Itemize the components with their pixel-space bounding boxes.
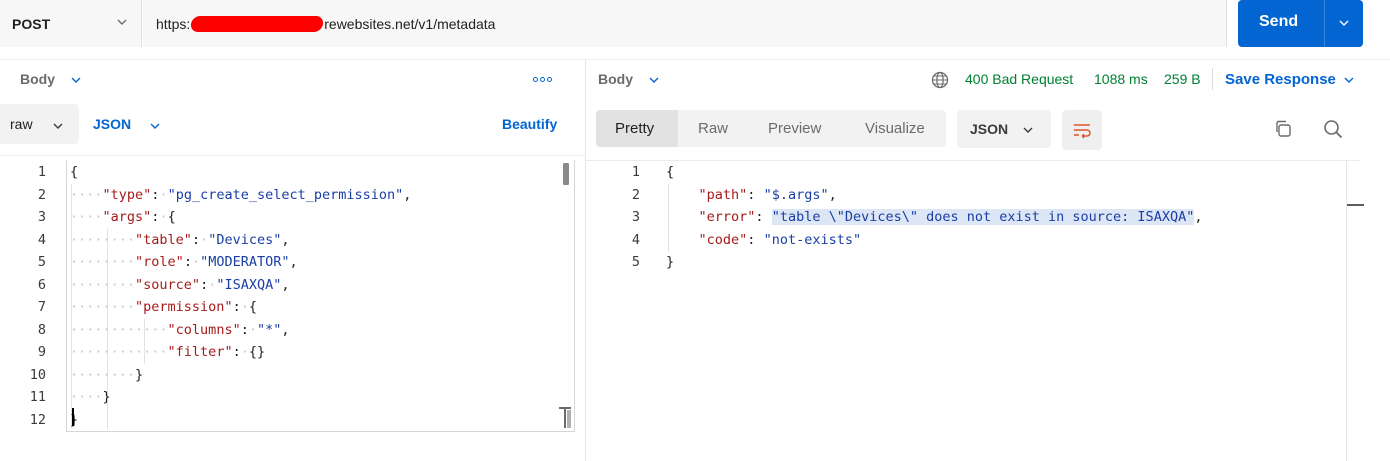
wrap-lines-icon: [1074, 124, 1091, 139]
line-number: 2: [37, 187, 46, 203]
line-number: 12: [29, 412, 46, 428]
language-select[interactable]: JSON: [93, 116, 131, 132]
tab-raw[interactable]: Raw: [698, 110, 728, 147]
method-label: POST: [12, 15, 51, 32]
send-divider: [1324, 0, 1325, 47]
tab-preview[interactable]: Preview: [768, 110, 821, 147]
wrap-lines-button[interactable]: [1062, 110, 1102, 150]
code-line: {: [70, 164, 79, 180]
line-number: 11: [29, 389, 46, 405]
chevron-down-icon: [1023, 127, 1033, 133]
url-redaction: [190, 15, 325, 32]
line-number: 2: [631, 187, 640, 203]
more-options-icon[interactable]: [533, 77, 552, 82]
code-line: "path": "$.args",: [698, 187, 837, 203]
method-select[interactable]: POST: [0, 0, 142, 47]
line-number: 4: [631, 232, 640, 248]
tab-visualize[interactable]: Visualize: [865, 110, 925, 147]
chevron-down-icon[interactable]: [648, 74, 660, 86]
line-number: 3: [631, 209, 640, 225]
url-suffix: rewebsites.net/v1/metadata: [324, 15, 496, 32]
send-options-chevron-icon[interactable]: [1338, 17, 1350, 29]
code-line: ········"table":·"Devices",: [70, 232, 290, 248]
search-icon[interactable]: [1322, 118, 1344, 140]
url-input[interactable]: https: rewebsites.net/v1/metadata: [143, 0, 1227, 47]
globe-icon[interactable]: [931, 71, 949, 89]
text-cursor: [72, 408, 74, 426]
line-number: 5: [37, 254, 46, 270]
response-status[interactable]: 400 Bad Request: [965, 71, 1073, 87]
request-body-tab[interactable]: Body: [20, 71, 55, 87]
line-number: 10: [29, 367, 46, 383]
code-line: "code": "not-exists": [698, 232, 862, 248]
line-number: 5: [631, 254, 640, 270]
response-scrollbar-marker: [1347, 204, 1364, 206]
editor-scrollbar-thumb[interactable]: [563, 163, 569, 185]
code-line: ····}: [70, 389, 111, 405]
selected-text: "table \"Devices\" does not exist in sou…: [771, 209, 1195, 225]
code-line: ········}: [70, 367, 144, 383]
line-number: 6: [37, 277, 46, 293]
chevron-down-icon[interactable]: [149, 120, 161, 132]
request-bar: POST https: rewebsites.net/v1/metadata S…: [0, 0, 1390, 48]
url-prefix: https:: [156, 15, 191, 32]
response-time[interactable]: 1088 ms: [1094, 71, 1148, 87]
divider: [1212, 68, 1213, 90]
chevron-down-icon: [117, 19, 127, 25]
response-view-tabs: Pretty Raw Preview Visualize: [596, 110, 946, 147]
send-label: Send: [1259, 13, 1299, 30]
response-body-viewer[interactable]: 1 2 3 4 5 { "path": "$.args", "error": "…: [586, 160, 1346, 461]
divider: [0, 59, 1390, 60]
save-response-button[interactable]: Save Response: [1225, 71, 1336, 88]
chevron-down-icon[interactable]: [1343, 74, 1355, 86]
code-line: "error": "table \"Devices\" does not exi…: [698, 209, 1203, 225]
code-line: {: [666, 164, 675, 180]
response-body-tab[interactable]: Body: [598, 71, 633, 87]
response-size[interactable]: 259 B: [1164, 71, 1201, 87]
code-line: }: [666, 254, 675, 270]
line-number: 7: [37, 299, 46, 315]
tab-pretty[interactable]: Pretty: [596, 110, 678, 147]
chevron-down-icon: [53, 123, 63, 129]
body-mode-label: raw: [10, 116, 33, 132]
line-number: 1: [631, 164, 640, 180]
code-line: ········"permission":·{: [70, 299, 257, 315]
divider: [0, 155, 585, 156]
code-line: ········"source":·"ISAXQA",: [70, 277, 290, 293]
response-format-label: JSON: [970, 121, 1009, 137]
line-number: 8: [37, 322, 46, 338]
line-number: 4: [37, 232, 46, 248]
code-line: ············"filter":·{}: [70, 344, 266, 360]
request-body-editor[interactable]: 1 2 3 4 5 6 7 8 9 10 11 12 { ····"type":…: [0, 160, 585, 461]
code-line: ············"columns":·"*",: [70, 322, 290, 338]
code-line: ····"args":·{: [70, 209, 176, 225]
line-number: 1: [37, 164, 46, 180]
line-number: 9: [37, 344, 46, 360]
resize-handle-icon[interactable]: [558, 406, 572, 430]
code-line: ········"role":·"MODERATOR",: [70, 254, 298, 270]
chevron-down-icon[interactable]: [70, 74, 82, 86]
copy-icon[interactable]: [1273, 119, 1293, 139]
send-button[interactable]: Send: [1238, 0, 1363, 47]
line-number: 3: [37, 209, 46, 225]
code-line: ····"type":·"pg_create_select_permission…: [70, 187, 412, 203]
beautify-button[interactable]: Beautify: [502, 116, 557, 132]
